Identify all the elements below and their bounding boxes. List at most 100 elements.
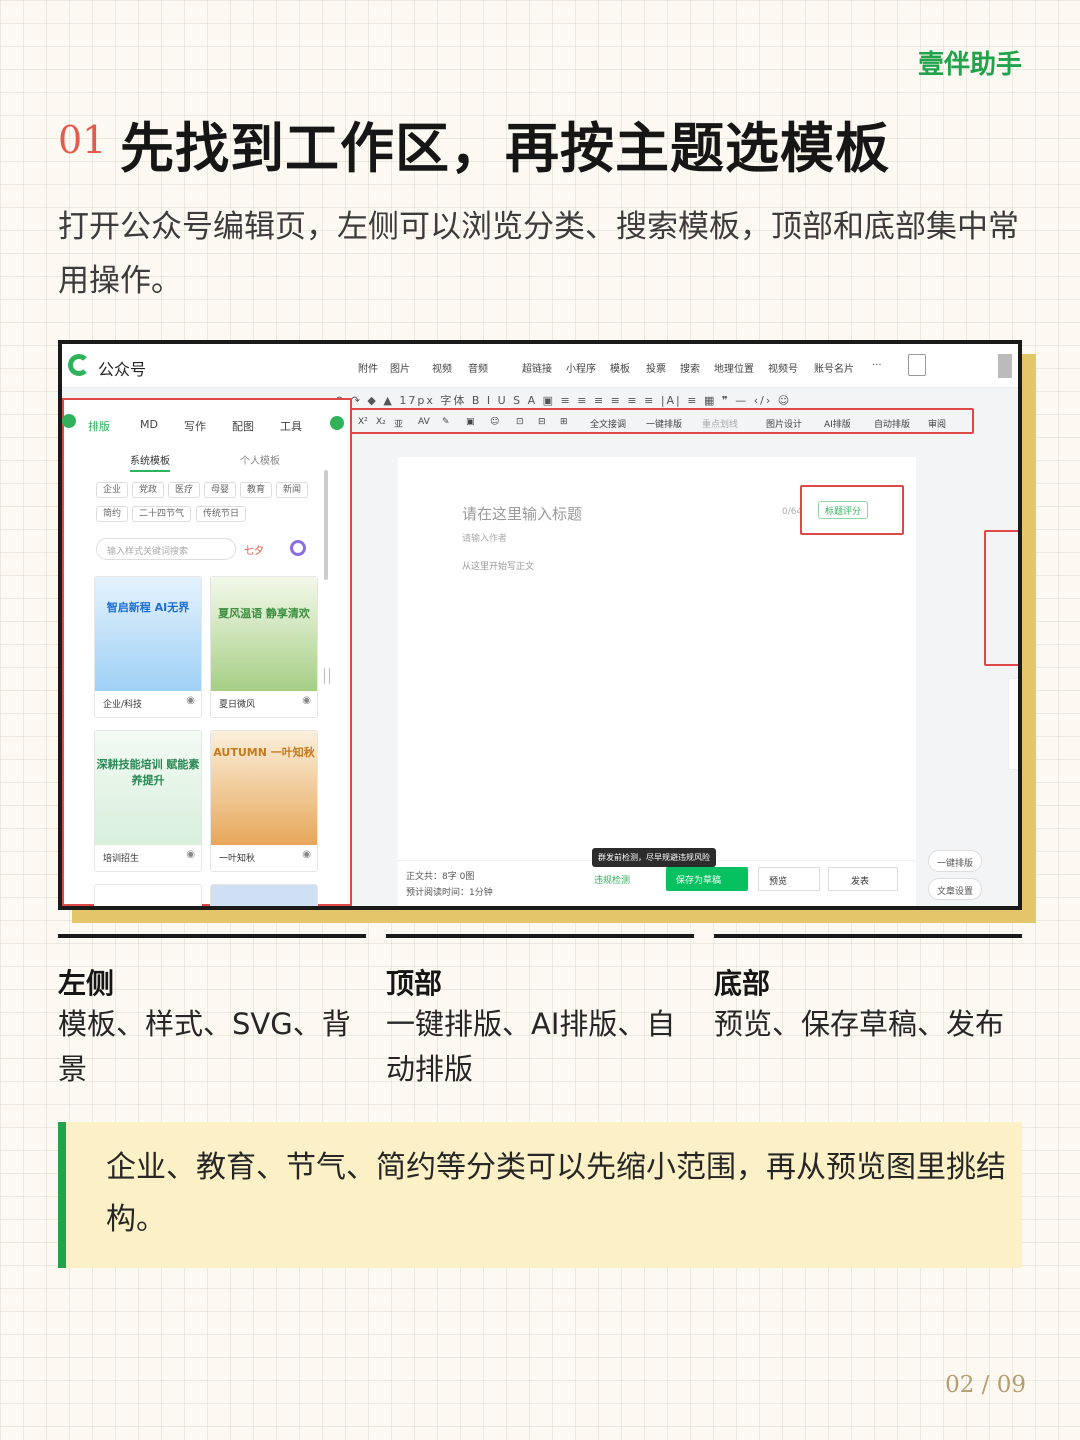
chip-party[interactable]: 党政 — [132, 482, 165, 498]
chip-news[interactable]: 新闻 — [276, 482, 309, 498]
template-caption: 培训招生 — [103, 854, 140, 864]
template-caption: 夏日微风 — [219, 700, 256, 710]
right-panel-highlight — [984, 530, 1018, 666]
publish-button[interactable]: 发表 — [828, 867, 898, 891]
find-icon[interactable]: ⊡ — [516, 417, 524, 427]
preview-eye-icon[interactable]: ◉ — [302, 695, 311, 706]
chip-simple[interactable]: 简约 — [96, 506, 129, 522]
template-card[interactable]: 深耕技能培训 赋能素养提升 培训招生 ◉ — [94, 730, 202, 872]
brush-icon[interactable]: ✎ — [442, 417, 450, 427]
nav-vote[interactable]: 投票 — [646, 360, 666, 375]
tool-full-text[interactable]: 全文接调 — [590, 417, 626, 430]
author-input[interactable]: 请输入作者 — [462, 531, 507, 544]
app-name: 公众号 — [98, 360, 147, 379]
tool-review[interactable]: 审阅 — [928, 417, 946, 430]
nav-miniprogram[interactable]: 小程序 — [566, 360, 596, 375]
template-card[interactable]: AUTUMN 一叶知秋 一叶知秋 ◉ — [210, 730, 318, 872]
editor-screenshot: 公众号 附件 图片 视频 音频 超链接 小程序 模板 投票 搜索 地理位置 视频… — [58, 340, 1022, 910]
right-side-panel — [1008, 678, 1018, 770]
title-score-button[interactable]: 标题评分 — [818, 501, 869, 519]
template-thumbnail: AUTUMN 一叶知秋 — [211, 731, 317, 845]
template-card[interactable] — [94, 884, 202, 906]
resize-handle[interactable] — [324, 668, 330, 684]
tool-ai-layout[interactable]: AI排版 — [824, 417, 851, 430]
tab-tools[interactable]: 工具 — [280, 418, 302, 434]
tip-text: 企业、教育、节气、简约等分类可以先缩小范围，再从预览图里挑结构。 — [106, 1150, 1006, 1237]
thumbnail-text: 深耕技能培训 赋能素养提升 — [96, 758, 200, 787]
chip-medical[interactable]: 医疗 — [168, 482, 201, 498]
color-picker-icon[interactable] — [290, 540, 306, 556]
format-toolbar[interactable]: ↶ ↷ ◆ ▲ 17px 字体 B I U S A ▣ ≡ ≡ ≡ ≡ ≡ ≡ … — [334, 392, 791, 408]
subscript-icon[interactable]: X₂ — [376, 417, 386, 427]
superscript-icon[interactable]: X² — [358, 417, 368, 427]
chip-solar-terms[interactable]: 二十四节气 — [132, 506, 192, 522]
layout-icon[interactable]: ⊟ — [538, 417, 546, 427]
body-input[interactable]: 从这里开始写正文 — [462, 559, 534, 572]
left-template-panel: 排版 MD 写作 配图 工具 系统模板 个人模板 企业 党政 医疗 母婴 教育 … — [62, 398, 352, 906]
template-card[interactable] — [210, 884, 318, 906]
template-thumbnail: 深耕技能培训 赋能素养提升 — [95, 731, 201, 845]
preview-button[interactable]: 预览 — [758, 867, 820, 891]
hot-keyword[interactable]: 七夕 — [244, 542, 264, 557]
chip-enterprise[interactable]: 企业 — [96, 482, 129, 498]
tip-box: 企业、教育、节气、简约等分类可以先缩小范围，再从预览图里挑结构。 — [58, 1122, 1022, 1268]
letter-spacing-icon[interactable]: AV — [418, 417, 430, 427]
nav-card[interactable]: 账号名片 — [814, 360, 854, 375]
avatar[interactable] — [998, 354, 1012, 378]
nav-location[interactable]: 地理位置 — [714, 360, 754, 375]
preview-eye-icon[interactable]: ◉ — [302, 849, 311, 860]
nav-search[interactable]: 搜索 — [680, 360, 700, 375]
step-number: 01 — [58, 118, 107, 162]
template-search-input[interactable]: 输入样式关键词搜索 — [96, 538, 236, 560]
tool-image-design[interactable]: 图片设计 — [766, 417, 802, 430]
tool-one-click-layout[interactable]: 一键排版 — [646, 417, 682, 430]
tab-md[interactable]: MD — [140, 418, 158, 431]
label-left-title: 左侧 — [58, 967, 115, 1000]
emoji-icon[interactable]: ☺ — [490, 417, 499, 427]
nav-more[interactable]: ··· — [872, 360, 882, 371]
nav-audio[interactable]: 音频 — [468, 360, 488, 375]
panel-scrollbar[interactable] — [324, 470, 328, 580]
nav-attachment[interactable]: 附件 — [358, 360, 378, 375]
one-click-layout-button[interactable]: 一键排版 — [928, 850, 983, 872]
subtab-personal[interactable]: 个人模板 — [240, 452, 280, 467]
label-bottom-body: 预览、保存草稿、发布 — [714, 1007, 1005, 1041]
page-indicator: 02 / 09 — [945, 1372, 1026, 1398]
spacing-icon[interactable]: 亚 — [394, 417, 403, 430]
tool-highlight[interactable]: 重点划线 — [702, 417, 738, 430]
chip-festival[interactable]: 传统节日 — [196, 506, 247, 522]
title-input[interactable]: 请在这里输入标题 — [462, 503, 582, 524]
preview-eye-icon[interactable]: ◉ — [186, 849, 195, 860]
tab-image[interactable]: 配图 — [232, 418, 254, 434]
nav-template[interactable]: 模板 — [610, 360, 630, 375]
template-card[interactable]: 夏风温语 静享清欢 夏日微风 ◉ — [210, 576, 318, 718]
tab-write[interactable]: 写作 — [184, 418, 206, 434]
nav-channels[interactable]: 视频号 — [768, 360, 798, 375]
thumbnail-text: 夏风温语 静享清欢 — [218, 607, 310, 620]
preview-eye-icon[interactable]: ◉ — [186, 695, 195, 706]
tab-layout[interactable]: 排版 — [88, 418, 110, 434]
label-divider — [714, 934, 1022, 938]
panel-dot-icon — [62, 414, 76, 428]
status-dot-icon — [330, 416, 344, 430]
save-draft-button[interactable]: 保存为草稿 — [666, 867, 748, 891]
nav-video[interactable]: 视频 — [432, 360, 452, 375]
editor-topbar: 公众号 附件 图片 视频 音频 超链接 小程序 模板 投票 搜索 地理位置 视频… — [62, 344, 1018, 388]
label-divider — [58, 934, 366, 938]
article-page: 请在这里输入标题 0/64 请输入作者 从这里开始写正文 标题评分 — [398, 457, 916, 906]
tool-auto-layout[interactable]: 自动排版 — [874, 417, 910, 430]
label-bottom-title: 底部 — [714, 967, 771, 1000]
template-card[interactable]: 智启新程 AI无界 企业/科技 ◉ — [94, 576, 202, 718]
thumbnail-text: 智启新程 AI无界 — [106, 601, 190, 614]
article-settings-button[interactable]: 文章设置 — [928, 878, 983, 900]
chip-baby[interactable]: 母婴 — [204, 482, 237, 498]
image-icon[interactable]: ▣ — [466, 417, 475, 427]
nav-image[interactable]: 图片 — [390, 360, 410, 375]
doc-icon[interactable] — [908, 354, 926, 376]
subtab-system[interactable]: 系统模板 — [130, 452, 170, 472]
nav-link[interactable]: 超链接 — [522, 360, 552, 375]
compliance-check-button[interactable]: 违规检测 — [594, 873, 630, 886]
save-icon[interactable]: ⊞ — [560, 417, 568, 427]
label-divider — [386, 934, 694, 938]
chip-education[interactable]: 教育 — [240, 482, 273, 498]
